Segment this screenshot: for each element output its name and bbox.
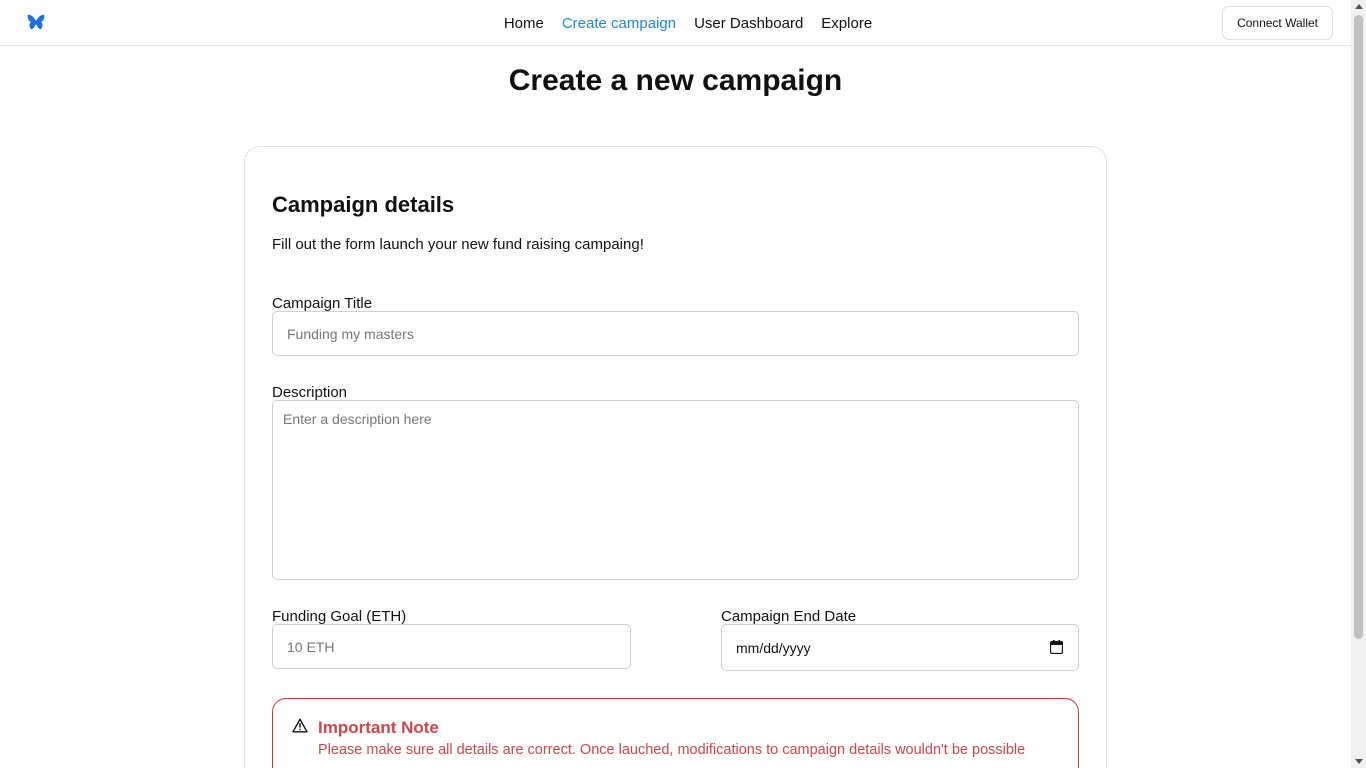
nav-link-home[interactable]: Home — [504, 15, 544, 32]
important-note-alert: Important Note Please make sure all deta… — [272, 698, 1079, 768]
connect-wallet-button[interactable]: Connect Wallet — [1222, 6, 1333, 40]
warning-triangle-icon — [292, 718, 308, 733]
page-scrollbar[interactable] — [1351, 0, 1366, 768]
scrollbar-thumb[interactable] — [1354, 15, 1363, 639]
main-nav: Home Create campaign User Dashboard Expl… — [0, 0, 1351, 46]
campaign-title-input[interactable] — [272, 311, 1079, 356]
form-title: Campaign details — [272, 192, 455, 217]
end-date-value: mm/dd/yyyy — [736, 640, 811, 656]
scroll-down-arrow-icon[interactable] — [1355, 759, 1363, 764]
nav-link-user-dashboard[interactable]: User Dashboard — [694, 15, 803, 32]
campaign-title-label: Campaign Title — [272, 295, 373, 312]
campaign-form-card: Campaign details Fill out the form launc… — [244, 146, 1107, 768]
note-text: Please make sure all details are correct… — [318, 742, 1026, 758]
nav-link-create-campaign[interactable]: Create campaign — [562, 15, 676, 32]
funding-goal-label: Funding Goal (ETH) — [272, 608, 407, 625]
nav-link-explore[interactable]: Explore — [821, 15, 872, 32]
scroll-up-arrow-icon[interactable] — [1355, 4, 1363, 9]
note-title: Important Note — [318, 718, 439, 737]
form-subtitle: Fill out the form launch your new fund r… — [272, 236, 644, 253]
page-title: Create a new campaign — [508, 64, 843, 97]
calendar-icon[interactable] — [1050, 640, 1063, 654]
end-date-input[interactable]: mm/dd/yyyy — [721, 624, 1079, 671]
end-date-label: Campaign End Date — [721, 608, 857, 625]
description-textarea[interactable] — [272, 400, 1079, 580]
navbar: Home Create campaign User Dashboard Expl… — [0, 0, 1351, 46]
description-label: Description — [272, 384, 348, 401]
funding-goal-input[interactable] — [272, 624, 631, 669]
